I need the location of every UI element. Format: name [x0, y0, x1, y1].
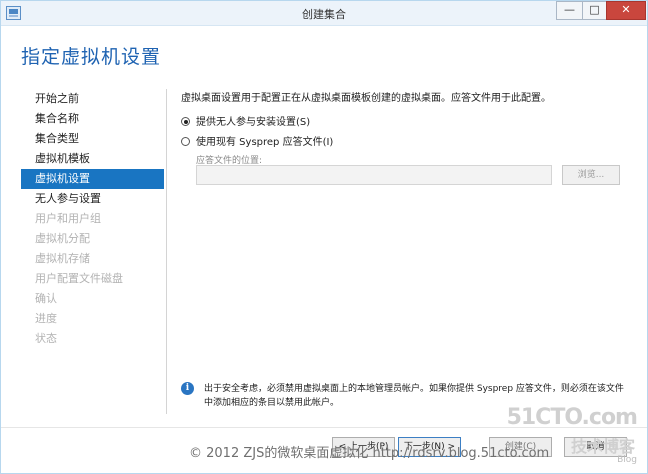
title-bar: 创建集合 — □ ✕ [1, 1, 647, 26]
settings-panel: 虚拟桌面设置用于配置正在从虚拟桌面模板创建的虚拟桌面。应答文件用于此配置。 提供… [181, 89, 631, 185]
browse-button[interactable]: 浏览... [562, 165, 620, 185]
logo-sub-text: 技术博客 [570, 437, 635, 456]
minimize-button[interactable]: — [556, 1, 582, 20]
settings-description: 虚拟桌面设置用于配置正在从虚拟桌面模板创建的虚拟桌面。应答文件用于此配置。 [181, 93, 551, 104]
radio-sysprep[interactable] [181, 137, 190, 146]
option-sysprep[interactable]: 使用现有 Sysprep 应答文件(I) [181, 133, 333, 148]
close-button[interactable]: ✕ [606, 1, 646, 20]
option-unattended-label: 提供无人参与安装设置(S) [196, 117, 311, 128]
create-collection-window: 创建集合 — □ ✕ 指定虚拟机设置 开始之前 集合名称 集合类型 虚拟机模板 … [0, 0, 648, 474]
nav-item-users-groups: 用户和用户组 [35, 212, 101, 225]
option-sysprep-label: 使用现有 Sysprep 应答文件(I) [196, 137, 334, 148]
nav-item-vm-settings[interactable]: 虚拟机设置 [21, 169, 164, 189]
nav-item-collection-name[interactable]: 集合名称 [21, 109, 164, 129]
window-title: 创建集合 [302, 8, 346, 21]
nav-item-vm-allocation: 虚拟机分配 [35, 232, 90, 245]
nav-item-user-profile-disks: 用户配置文件磁盘 [35, 272, 123, 285]
nav-item-results: 状态 [35, 332, 57, 345]
nav-item-progress: 进度 [35, 312, 57, 325]
wizard-nav: 开始之前 集合名称 集合类型 虚拟机模板 虚拟机设置 无人参与设置 用户和用户组… [21, 89, 164, 349]
nav-item-vm-template[interactable]: 虚拟机模板 [21, 149, 164, 169]
info-icon: i [181, 382, 194, 395]
logo-blog-text: Blog [617, 455, 637, 465]
option-unattended[interactable]: 提供无人参与安装设置(S) [181, 113, 310, 128]
answer-file-path-input[interactable] [196, 165, 552, 185]
nav-divider [166, 89, 167, 414]
nav-item-collection-type[interactable]: 集合类型 [21, 129, 164, 149]
nav-item-confirmation: 确认 [35, 292, 57, 305]
nav-item-unattended-settings[interactable]: 无人参与设置 [21, 189, 164, 209]
radio-unattended[interactable] [181, 117, 190, 126]
copyright-watermark: © 2012 ZJS的微软桌面虚拟化 http://rdsrv.blog.51c… [189, 446, 550, 461]
page-title: 指定虚拟机设置 [21, 46, 162, 68]
blog-logo-watermark: 51CTO.com 技术博客 Blog [507, 405, 638, 469]
logo-big-text: 51CTO.com [506, 405, 638, 430]
nav-item-vm-storage: 虚拟机存储 [35, 252, 90, 265]
nav-item-before-you-begin[interactable]: 开始之前 [21, 89, 164, 109]
maximize-button[interactable]: □ [582, 1, 606, 20]
